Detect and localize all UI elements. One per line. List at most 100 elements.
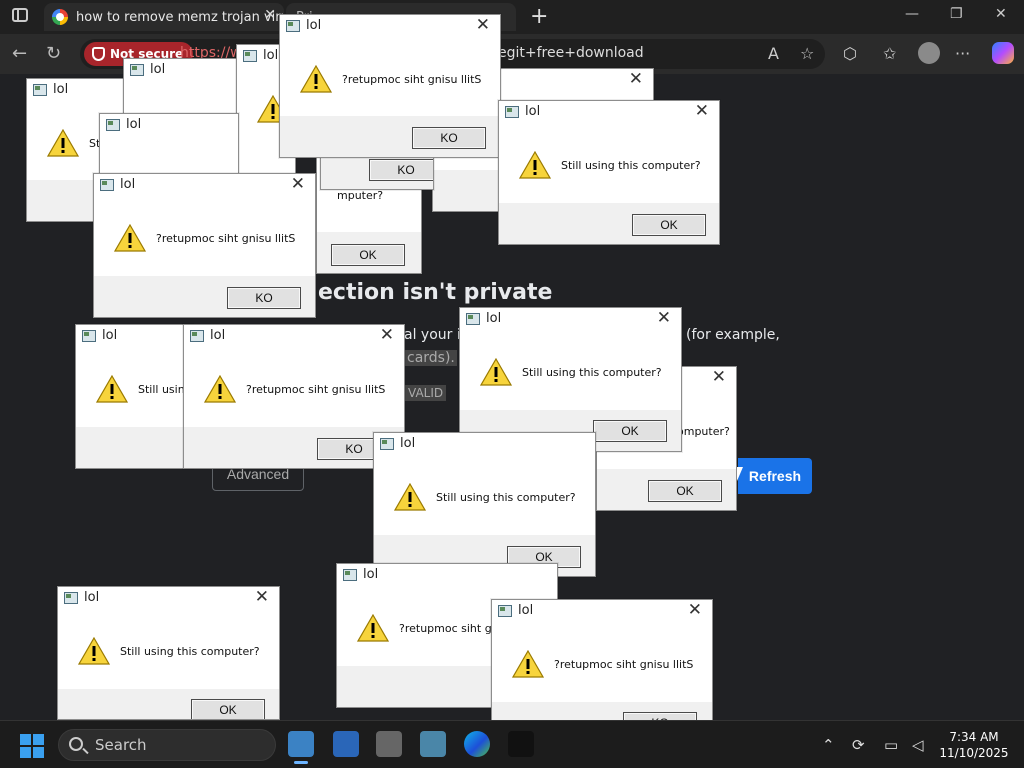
clock-time: 7:34 AM [949,730,999,744]
back-icon[interactable]: ← [12,43,27,64]
app-icon [505,106,519,118]
dialog-title: lol [150,62,166,77]
app-icon-1[interactable] [333,731,359,757]
ok-button[interactable]: KO [227,287,301,309]
error-body-right: (for example, [686,327,780,343]
tab-active[interactable]: how to remove memz trojan virus ✕ [44,3,284,31]
dialog-close-icon[interactable]: ✕ [476,15,490,35]
ok-button[interactable]: OK [648,480,722,502]
error-body-left: al your i [404,327,461,343]
dialog-close-icon[interactable]: ✕ [380,325,394,345]
dialog-message: ?retupmoc siht gnisu llitS [554,658,694,671]
dialog-close-icon[interactable]: ✕ [657,308,671,328]
warning-icon [47,129,79,157]
favorites-icon[interactable]: ✩ [883,44,896,63]
lol-dialog: lol✕ ?retupmoc siht gnisu llitS KO [183,324,405,469]
google-favicon-icon [52,9,68,25]
dialog-close-icon[interactable]: ✕ [255,587,269,607]
app-icon [343,569,357,581]
display-icon[interactable]: ▭ [884,736,898,754]
dialog-title: lol [210,328,226,343]
sync-icon[interactable]: ⟳ [852,736,865,754]
ok-button[interactable]: OK [593,420,667,442]
ok-button[interactable]: OK [632,214,706,236]
dialog-title: lol [126,117,142,132]
restore-icon[interactable]: ❐ [950,6,963,22]
taskbar-search[interactable]: Search [58,729,276,761]
lol-dialog: lol Still usin [75,324,193,469]
tab-bar: how to remove memz trojan virus ✕ Pri + … [0,0,1024,34]
lol-dialog: lol [123,58,243,118]
app-icon-2[interactable] [376,731,402,757]
warning-icon [78,637,110,665]
lol-dialog: lol ✕ Still using this computer? OK [498,100,720,245]
app-icon-3[interactable] [420,731,446,757]
app-icon [106,119,120,131]
clock[interactable]: 7:34 AM 11/10/2025 [936,729,1012,761]
window-close-icon[interactable]: ✕ [995,6,1007,22]
mouse-cursor-icon [737,467,743,481]
refresh-button[interactable]: Refresh [738,458,812,494]
dialog-message: Still using this computer? [436,491,576,504]
tab-close-icon[interactable]: ✕ [264,7,276,23]
lol-dialog: lol ✕ Still using this computer? OK [57,586,280,720]
clock-date: 11/10/2025 [939,746,1009,760]
taskbar-search-label: Search [95,736,147,754]
dialog-title: lol [53,82,69,97]
tab-title: how to remove memz trojan virus [76,9,284,25]
extensions-icon[interactable]: ⬡ [843,44,857,63]
dialog-message: ?retupmoc siht gnisu llitS [156,232,296,245]
ok-button[interactable]: KO [412,127,486,149]
app-icon [100,179,114,191]
more-menu-icon[interactable]: ··· [955,44,970,63]
dialog-message: Still using this computer? [522,366,662,379]
read-aloud-icon[interactable]: A [768,44,779,63]
chevron-up-icon[interactable]: ⌃ [822,736,835,754]
dialog-close-icon[interactable]: ✕ [688,600,702,620]
dialog-message: ?retupmoc siht gnisu llitS [246,383,386,396]
ok-button[interactable]: OK [191,699,265,719]
dialog-title: lol [525,104,541,119]
edge-icon[interactable] [464,731,490,757]
dialog-title: lol [400,436,416,451]
lol-dialog: lol ✕ ?retupmoc siht gnisu llitS KO [93,173,316,318]
app-icon [190,330,204,342]
copilot-icon[interactable] [992,42,1014,64]
profile-avatar[interactable] [918,42,940,64]
minimize-icon[interactable]: — [905,6,919,22]
app-icon [64,592,78,604]
dialog-close-icon[interactable]: ✕ [695,101,709,121]
sidebar-toggle-icon[interactable] [12,8,28,22]
dialog-message: mputer? [337,189,384,202]
dialog-message: Still usin [138,383,185,396]
warning-icon [204,375,236,403]
lol-dialog: lol✕ ?retupmoc siht gnisu llitS KO [279,14,501,158]
warning-icon [114,224,146,252]
ok-button[interactable]: OK [331,244,405,266]
dialog-title: lol [263,48,279,63]
warning-icon [96,375,128,403]
app-icon [130,64,144,76]
app-icon [82,330,96,342]
error-heading: ection isn't private [318,280,553,305]
app-icon [380,438,394,450]
reload-icon[interactable]: ↻ [46,43,61,64]
dialog-title: lol [102,328,118,343]
app-icon-4[interactable] [508,731,534,757]
new-tab-icon[interactable]: + [530,4,548,29]
dialog-close-icon[interactable]: ✕ [712,367,726,387]
error-code: VALID [405,385,447,401]
warning-icon [300,65,332,93]
dialog-title: lol [120,177,136,192]
dialog-title: lol [486,311,502,326]
favorite-star-icon[interactable]: ☆ [800,44,814,63]
dialog-message: Still using this computer? [120,645,260,658]
start-icon[interactable] [20,734,44,758]
dialog-message: Still using this computer? [561,159,701,172]
dialog-close-icon[interactable]: ✕ [629,69,643,89]
task-view-icon[interactable] [288,731,314,764]
error-cards-text: cards). [405,350,457,366]
dialog-close-icon[interactable]: ✕ [291,174,305,194]
ok-button[interactable]: KO [369,159,433,181]
volume-icon[interactable]: ◁ [912,736,924,754]
